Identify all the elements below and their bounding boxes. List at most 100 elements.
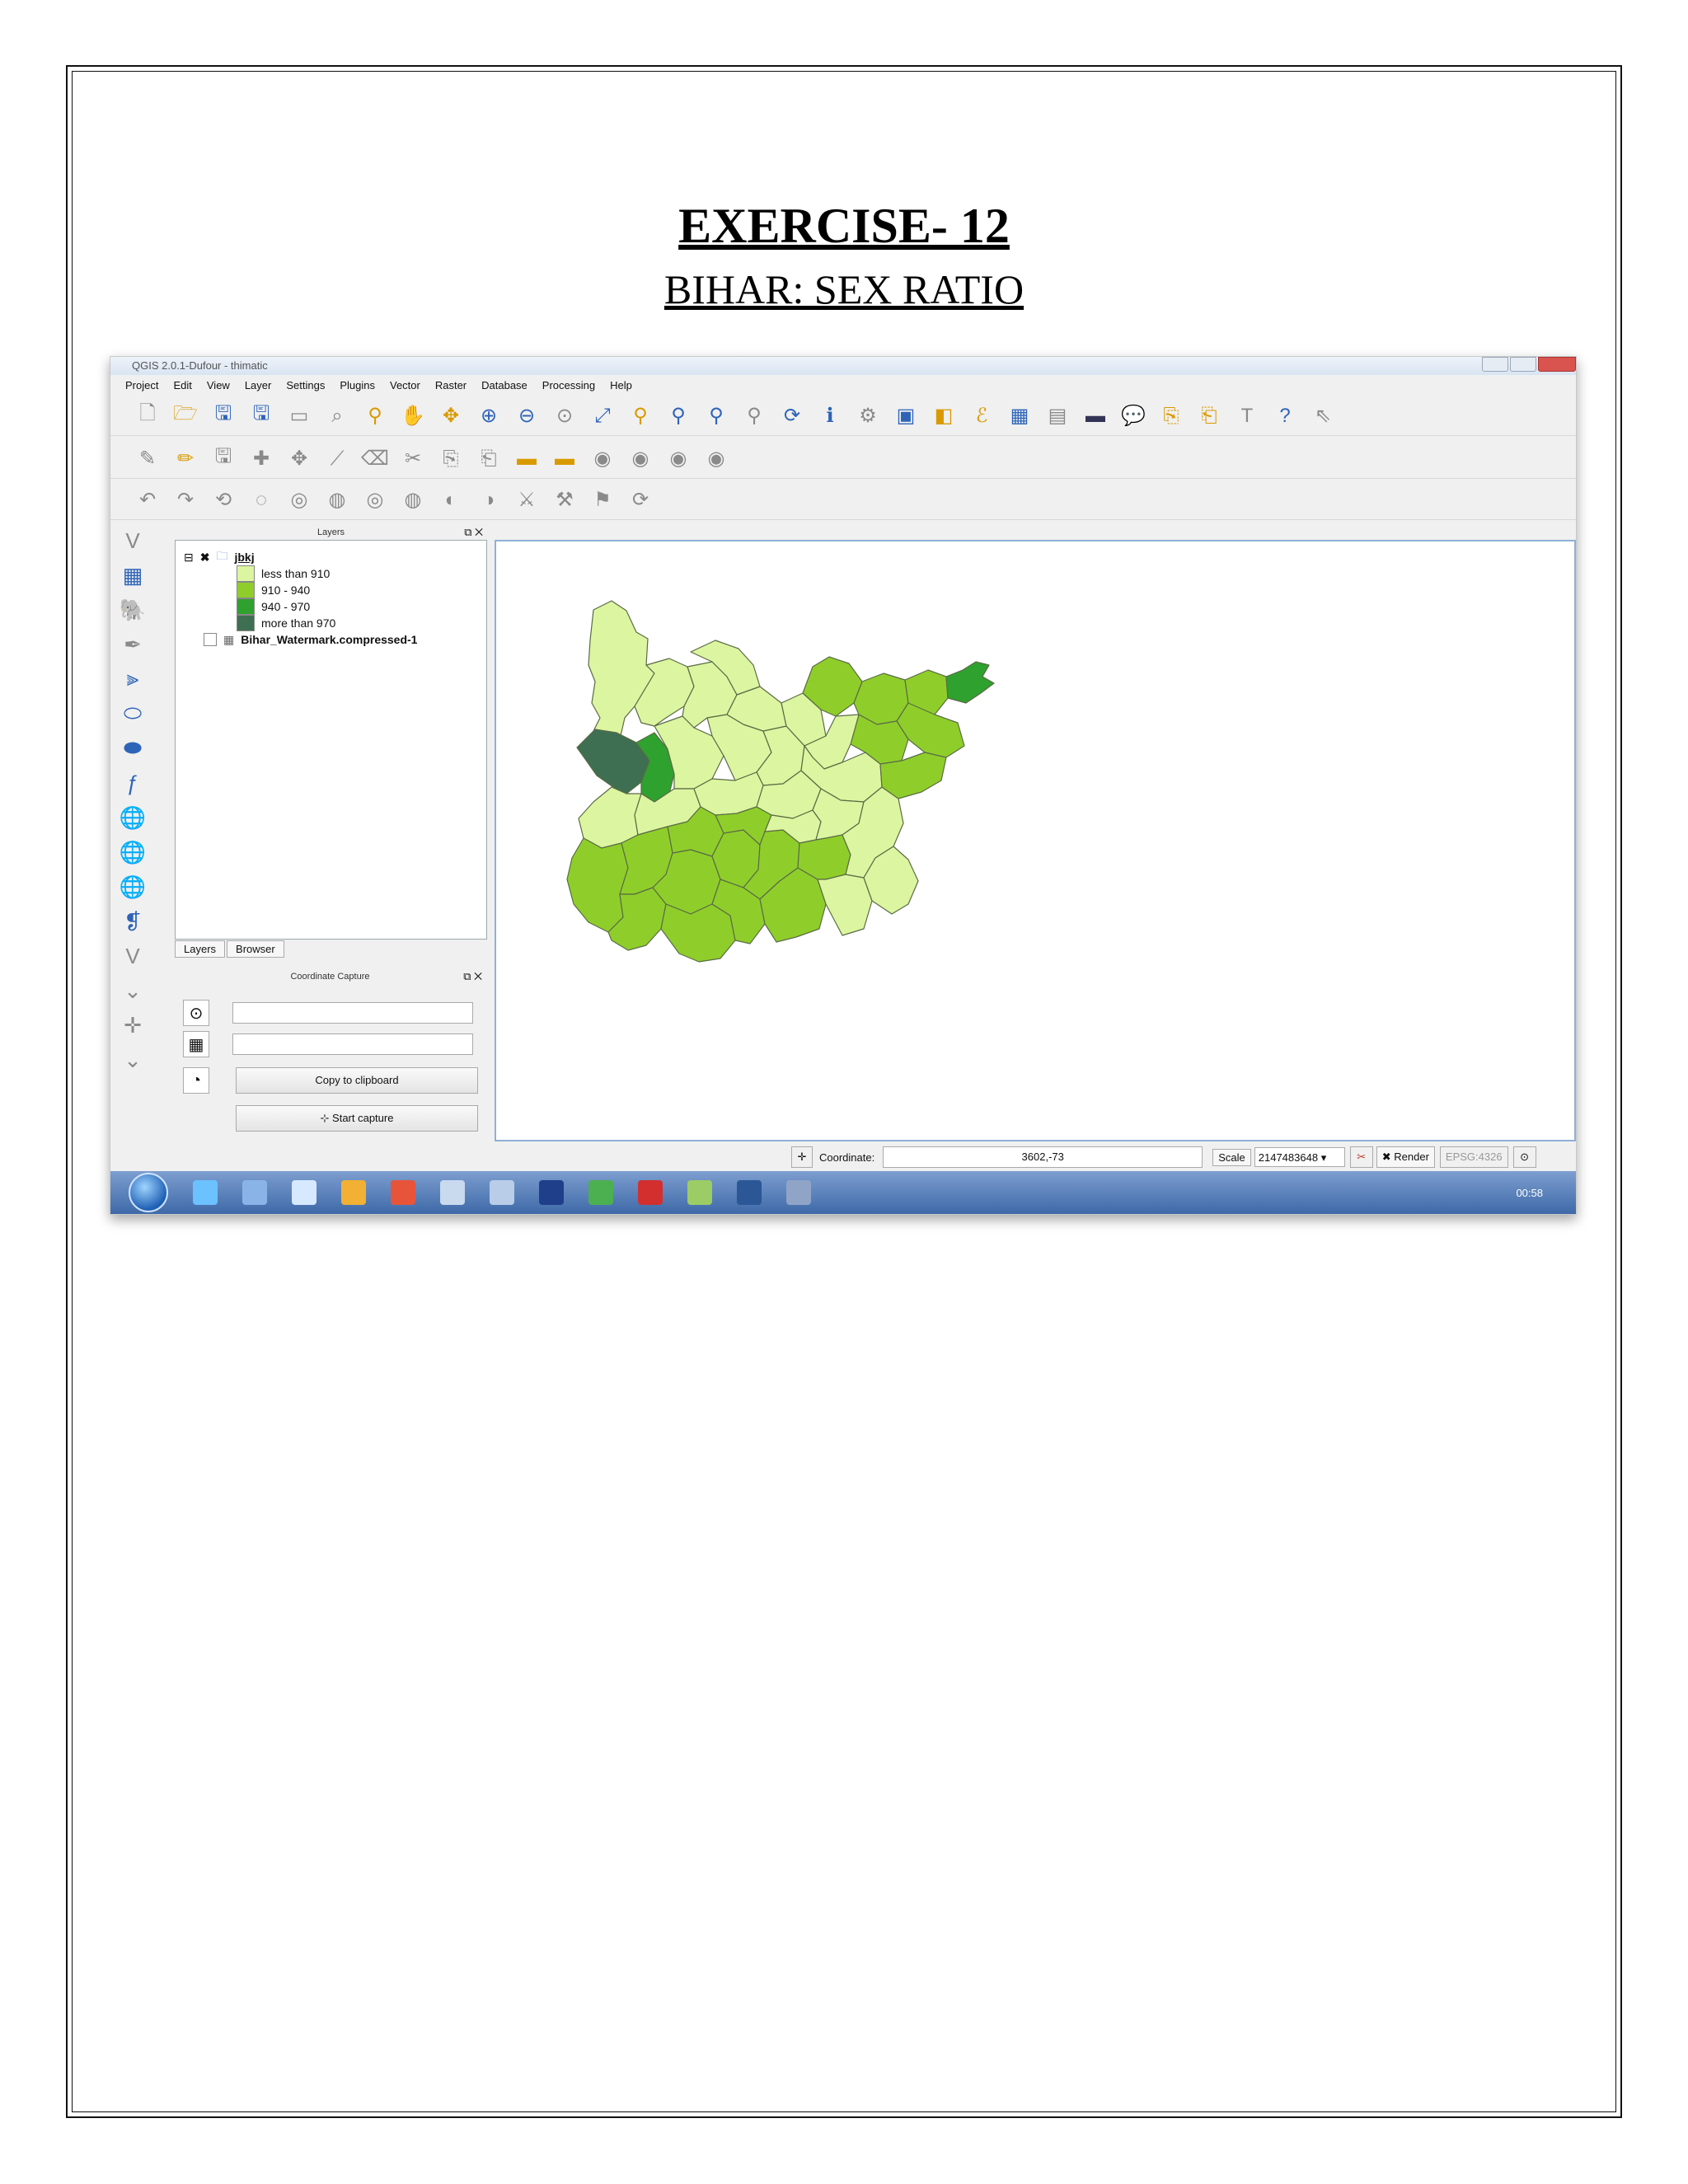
menu-help[interactable]: Help xyxy=(610,379,632,391)
window-app-icon[interactable] xyxy=(786,1180,811,1205)
menu-vector[interactable]: Vector xyxy=(390,379,420,391)
run-feature-action-icon[interactable]: ⚙ xyxy=(856,404,880,429)
visibility-checkbox-icon[interactable]: ✖ xyxy=(200,551,210,565)
add-delimited-text-icon[interactable]: ƒ xyxy=(120,771,145,795)
change-label-icon[interactable]: ◉ xyxy=(704,447,729,471)
pencil-app-icon[interactable] xyxy=(687,1180,712,1205)
pan-map-icon[interactable]: ✥ xyxy=(438,404,463,429)
save-as-icon[interactable]: 🖫 xyxy=(249,402,274,429)
cut-features-icon[interactable]: ✂ xyxy=(401,447,425,471)
explorer-icon[interactable] xyxy=(292,1180,316,1205)
composer-manager-icon[interactable]: ⌕ xyxy=(325,404,349,429)
captured-coordinate-field-1[interactable] xyxy=(232,1002,473,1024)
coordinate-field[interactable]: 3602,-73 xyxy=(883,1146,1203,1168)
highlight-labels-icon[interactable]: ◉ xyxy=(590,447,615,471)
layer-row-root[interactable]: ⊟ ✖ 🗀 jbkj xyxy=(184,549,417,565)
redo-icon[interactable]: ↷ xyxy=(173,488,198,513)
pin-labels-icon[interactable]: ▬ xyxy=(552,447,577,471)
add-feature-icon[interactable]: ✚ xyxy=(249,447,274,471)
new-shapefile-icon[interactable]: V xyxy=(120,944,145,968)
text-annotation-icon[interactable]: T xyxy=(1235,404,1259,429)
folder-icon[interactable] xyxy=(440,1180,465,1205)
add-oracle-layer-icon[interactable]: ⬭ xyxy=(120,701,145,726)
zoom-next-icon[interactable]: ⚲ xyxy=(742,404,767,429)
open-project-icon[interactable]: 🗁 xyxy=(173,402,198,429)
pan-to-selection-icon[interactable]: ⚲ xyxy=(363,404,387,429)
deselect-features-icon[interactable]: ◧ xyxy=(931,404,956,429)
rotate-label-icon[interactable]: ◉ xyxy=(666,447,691,471)
new-gpx-layer-icon[interactable]: ❡ xyxy=(120,909,145,934)
utorrent-icon[interactable] xyxy=(588,1180,613,1205)
add-ring-icon[interactable]: ◎ xyxy=(287,488,312,513)
field-calculator-icon[interactable]: ℰ xyxy=(969,404,994,429)
collapse-icon[interactable]: ⊟ xyxy=(184,551,194,565)
save-project-icon[interactable]: 🖫 xyxy=(211,402,236,429)
maximize-button[interactable] xyxy=(1510,357,1536,372)
visibility-checkbox[interactable] xyxy=(204,633,217,646)
crs-globe-icon[interactable]: ⊙ xyxy=(1512,1146,1536,1168)
ie-icon[interactable] xyxy=(193,1180,218,1205)
zoom-in-icon[interactable]: ⊕ xyxy=(476,404,501,429)
zoom-layer-icon[interactable]: ⚲ xyxy=(666,404,691,429)
rotate-point-icon[interactable]: ⟳ xyxy=(628,488,653,513)
layer-row-raster[interactable]: ▦ Bihar_Watermark.compressed-1 xyxy=(184,631,417,648)
zoom-out-icon[interactable]: ⊖ xyxy=(514,404,539,429)
word-icon[interactable] xyxy=(737,1180,762,1205)
zoom-full-icon[interactable]: ⤢ xyxy=(590,404,615,429)
acrobat-icon[interactable] xyxy=(638,1180,663,1205)
start-button[interactable] xyxy=(129,1173,168,1212)
add-wcs-layer-icon[interactable]: 🌐 xyxy=(120,840,146,865)
window-controls[interactable] xyxy=(1480,357,1576,372)
show-bookmarks-icon[interactable]: ⎗ xyxy=(1197,404,1221,429)
layers-panel-buttons[interactable]: ⧉ ✕ xyxy=(464,526,483,539)
add-spatialite-layer-icon[interactable]: ✒ xyxy=(120,632,145,657)
add-mssql-layer-icon[interactable]: ⫸ xyxy=(120,666,145,691)
expand-toolbar-chevron-icon[interactable]: ⌄ xyxy=(120,1047,145,1072)
delete-part-icon[interactable]: ◍ xyxy=(401,488,425,513)
qgis-icon[interactable] xyxy=(242,1180,267,1205)
zoom-last-icon[interactable]: ⚲ xyxy=(704,404,729,429)
more-tools-chevron-icon[interactable]: ⌄ xyxy=(120,978,145,1003)
toggle-extents-icon[interactable]: ✛ xyxy=(791,1146,813,1168)
zoom-selection-icon[interactable]: ⚲ xyxy=(628,404,653,429)
media-icon[interactable] xyxy=(341,1180,366,1205)
start-capture-button[interactable]: ⊹ Start capture xyxy=(236,1105,478,1132)
crs-status-button[interactable]: EPSG:4326 xyxy=(1439,1146,1508,1168)
chrome-icon[interactable] xyxy=(391,1180,415,1205)
menu-layer[interactable]: Layer xyxy=(245,379,272,391)
split-features-icon[interactable]: ⚔ xyxy=(514,488,539,513)
new-bookmark-icon[interactable]: ⎘ xyxy=(1159,404,1184,429)
captured-coordinate-field-2[interactable] xyxy=(232,1033,473,1055)
current-edits-icon[interactable]: ✎ xyxy=(135,447,160,471)
attribute-table-icon[interactable]: ▦ xyxy=(1007,404,1032,429)
add-wms-layer-icon[interactable]: 🌐 xyxy=(120,805,146,830)
photoshop-icon[interactable] xyxy=(539,1180,564,1205)
move-feature-icon[interactable]: ✥ xyxy=(287,447,312,471)
statistics-icon[interactable]: ▤ xyxy=(1045,404,1070,429)
identify-icon[interactable]: ℹ xyxy=(818,404,842,429)
copy-to-clipboard-button[interactable]: Copy to clipboard xyxy=(236,1067,478,1094)
node-tool-icon[interactable]: ⟋ xyxy=(325,447,349,471)
tab-layers[interactable]: Layers xyxy=(175,940,226,958)
menu-plugins[interactable]: Plugins xyxy=(340,379,375,391)
menu-settings[interactable]: Settings xyxy=(286,379,325,391)
layer-labeling-icon[interactable]: ▬ xyxy=(514,447,539,471)
menu-processing[interactable]: Processing xyxy=(542,379,595,391)
split-parts-icon[interactable]: ⚒ xyxy=(552,488,577,513)
stop-render-icon[interactable]: ✂ xyxy=(1349,1146,1373,1168)
copy-features-icon[interactable]: ⎘ xyxy=(438,447,463,471)
minimize-button[interactable] xyxy=(1482,357,1508,372)
close-button[interactable] xyxy=(1538,357,1576,372)
save-edits-icon[interactable]: 🖫 xyxy=(211,445,236,471)
toggle-editing-icon[interactable]: ✏ xyxy=(173,447,198,471)
offset-curve-icon[interactable]: ◑ xyxy=(476,488,501,513)
select-features-icon[interactable]: ▣ xyxy=(893,404,918,429)
delete-ring-icon[interactable]: ◎ xyxy=(363,488,387,513)
new-project-icon[interactable]: 🗋 xyxy=(135,402,160,429)
coordinate-capture-tool-icon[interactable]: ✛ xyxy=(120,1013,145,1038)
add-part-icon[interactable]: ◍ xyxy=(325,488,349,513)
map-canvas[interactable] xyxy=(495,540,1576,1141)
whats-this-icon[interactable]: ⇖ xyxy=(1311,404,1335,429)
merge-features-icon[interactable]: ⚑ xyxy=(590,488,615,513)
simplify-feature-icon[interactable]: ◌ xyxy=(249,488,274,513)
